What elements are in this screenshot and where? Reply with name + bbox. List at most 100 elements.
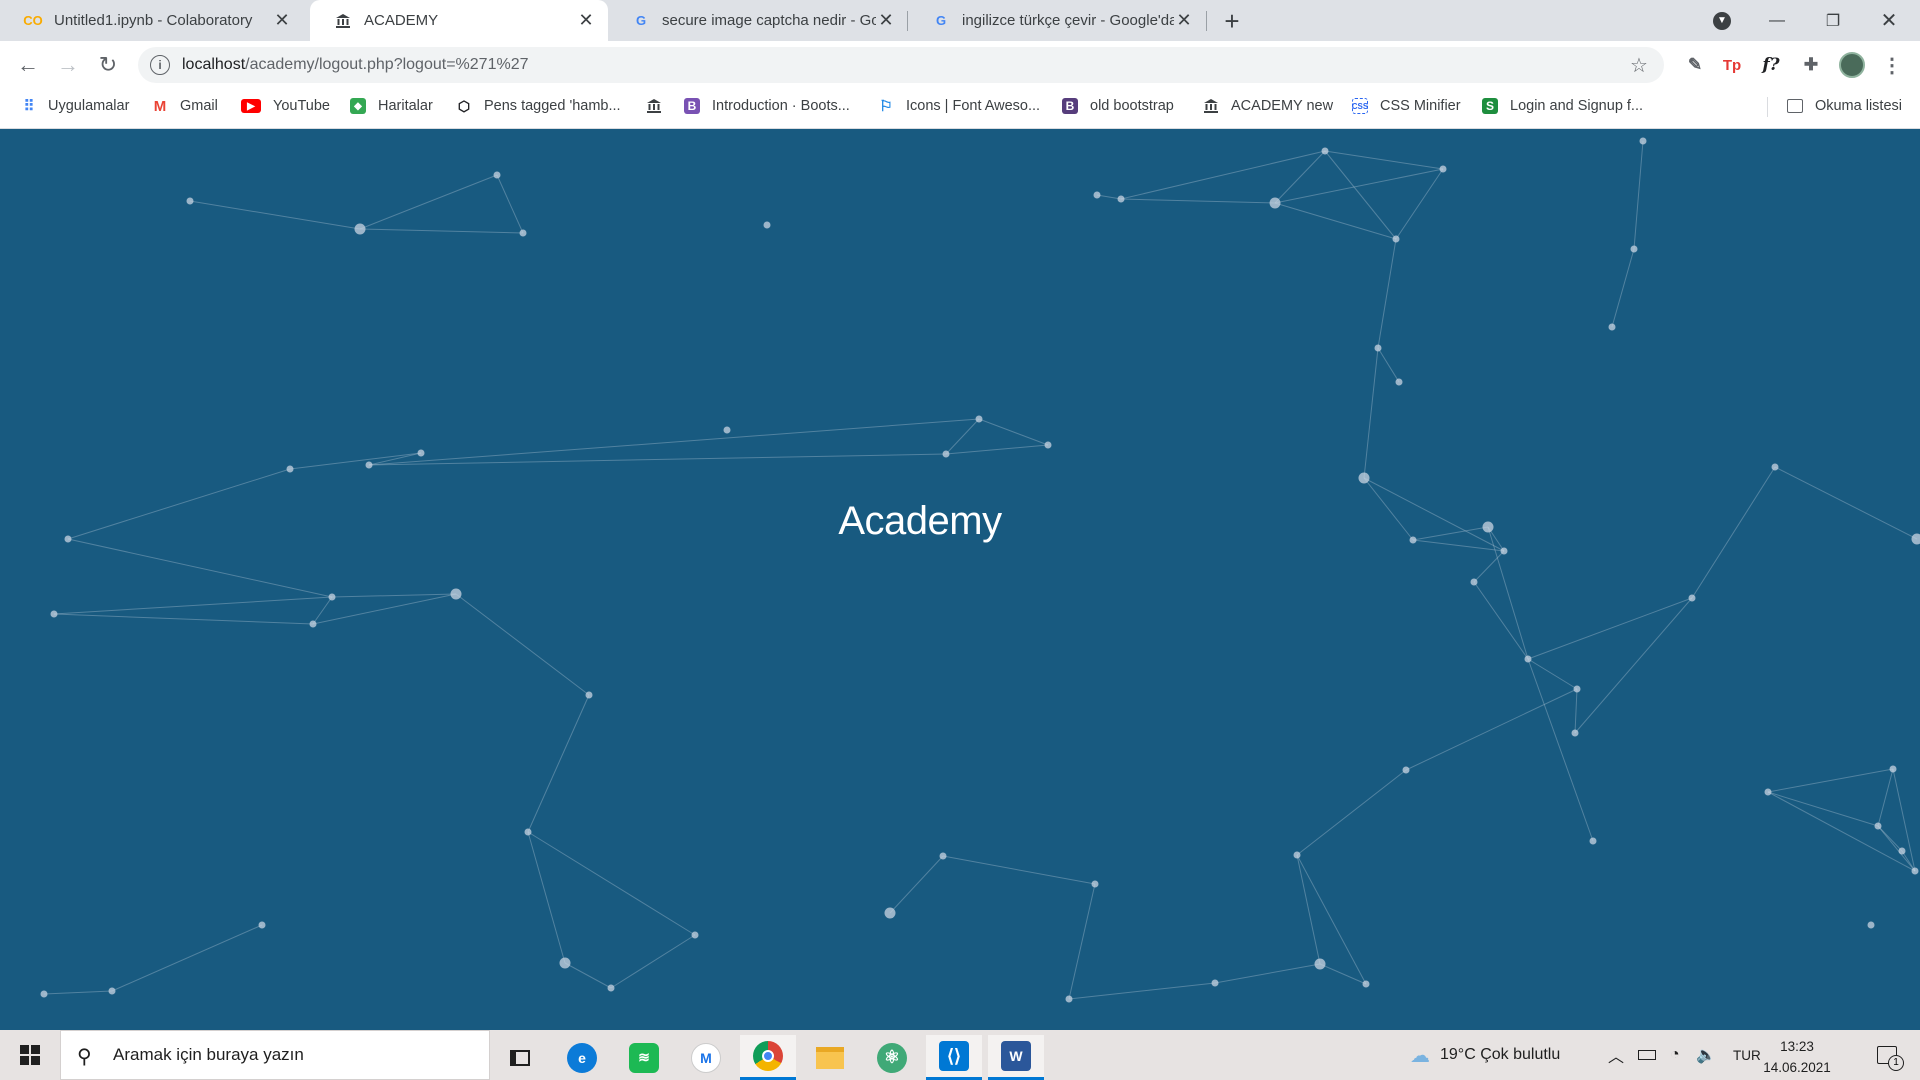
- particle-node: [1898, 847, 1906, 855]
- particle-link: [1877, 768, 1894, 827]
- vscode-icon[interactable]: ⟨⟩: [926, 1035, 982, 1080]
- particle-node: [691, 931, 699, 939]
- particle-node: [1630, 245, 1638, 253]
- maps-icon: ◆: [350, 98, 366, 114]
- weather-widget[interactable]: ☁ 19°C Çok bulutlu: [1410, 1030, 1560, 1080]
- particle-link: [189, 200, 361, 230]
- bookmark-label: Uygulamalar: [48, 98, 130, 114]
- battery-icon[interactable]: [1638, 1030, 1656, 1080]
- tp-extension-icon[interactable]: Tp: [1718, 51, 1746, 79]
- address-bar[interactable]: i localhost/academy/logout.php?logout=%2…: [138, 47, 1664, 83]
- close-tab-icon[interactable]: ✕: [1174, 10, 1194, 31]
- show-hidden-icons-button[interactable]: ︿: [1608, 1030, 1624, 1080]
- word-icon[interactable]: W: [988, 1035, 1044, 1080]
- tab-title: Untitled1.ipynb - Colaboratory: [54, 12, 253, 29]
- cloud-icon: ☁: [1410, 1044, 1430, 1067]
- bookmark-apps[interactable]: ⠿ Uygulamalar: [20, 88, 130, 124]
- bookmark-star-icon[interactable]: ☆: [1624, 53, 1654, 78]
- particle-link: [1892, 768, 1916, 872]
- notification-center-button[interactable]: 1: [1862, 1030, 1912, 1080]
- minimize-button[interactable]: —: [1750, 0, 1804, 41]
- tab-google-captcha[interactable]: G secure image captcha nedir - Goo ✕: [608, 0, 908, 41]
- profile-avatar[interactable]: [1838, 51, 1866, 79]
- particle-link: [1068, 982, 1216, 1000]
- clock-date: 14.06.2021: [1763, 1060, 1831, 1075]
- clock[interactable]: 13:23 14.06.2021: [1758, 1036, 1836, 1078]
- bookmark-old-bootstrap[interactable]: B old bootstrap: [1062, 88, 1174, 124]
- spotify-icon[interactable]: ≋: [616, 1035, 672, 1080]
- bookmark-codepen[interactable]: ⬡ Pens tagged 'hamb...: [456, 88, 621, 124]
- reload-button[interactable]: ↻: [92, 49, 124, 81]
- bookmark-label: YouTube: [273, 98, 330, 114]
- particle-link: [1096, 194, 1122, 200]
- particle-link: [455, 593, 590, 696]
- bookmark-academy[interactable]: [646, 88, 674, 124]
- particle-node: [1911, 867, 1919, 875]
- bookmark-font-awesome[interactable]: ⚐ Icons | Font Aweso...: [878, 88, 1040, 124]
- particle-node: [1867, 921, 1875, 929]
- volume-icon[interactable]: 🔈: [1696, 1030, 1716, 1080]
- bookmark-label: old bootstrap: [1090, 98, 1174, 114]
- particle-node: [309, 620, 317, 628]
- chrome-icon[interactable]: [740, 1035, 796, 1080]
- search-placeholder: Aramak için buraya yazın: [113, 1045, 304, 1064]
- particle-link: [1363, 347, 1379, 479]
- forward-button[interactable]: →: [52, 49, 84, 81]
- particle-node: [1874, 822, 1882, 830]
- task-view-icon[interactable]: [492, 1035, 548, 1080]
- particle-node: [328, 593, 336, 601]
- gmail-icon: M: [153, 97, 167, 115]
- tab-colab[interactable]: CO Untitled1.ipynb - Colaboratory ✕: [0, 0, 304, 41]
- bookmark-label: Introduction · Boots...: [712, 98, 850, 114]
- back-button[interactable]: ←: [12, 49, 44, 81]
- bootstrap-icon: B: [1062, 98, 1078, 114]
- start-button[interactable]: [0, 1030, 60, 1080]
- menu-kebab-icon[interactable]: ⋮: [1878, 51, 1906, 79]
- font-extension-icon[interactable]: f?: [1757, 51, 1785, 79]
- close-tab-icon[interactable]: ✕: [272, 10, 292, 31]
- css-icon: CSS: [1352, 98, 1368, 114]
- particle-node: [1362, 980, 1370, 988]
- bookmark-bootstrap-intro[interactable]: B Introduction · Boots...: [684, 88, 850, 124]
- particle-link: [1574, 688, 1578, 734]
- bookmark-login-signup[interactable]: S Login and Signup f...: [1482, 88, 1643, 124]
- restore-button[interactable]: ❐: [1806, 0, 1860, 41]
- particle-node: [286, 465, 294, 473]
- particle-link: [1611, 248, 1635, 328]
- tab-search-button[interactable]: ▼: [1695, 0, 1749, 41]
- site-info-icon[interactable]: i: [150, 55, 170, 75]
- particle-node: [493, 171, 501, 179]
- url-text[interactable]: localhost/academy/logout.php?logout=%271…: [182, 56, 1624, 74]
- particle-node: [975, 415, 983, 423]
- bookmark-css-minifier[interactable]: CSS CSS Minifier: [1352, 88, 1461, 124]
- bookmark-youtube[interactable]: ▶ YouTube: [241, 88, 330, 124]
- close-tab-icon[interactable]: ✕: [576, 10, 596, 31]
- close-tab-icon[interactable]: ✕: [876, 10, 896, 31]
- reading-list-button[interactable]: Okuma listesi: [1786, 88, 1902, 124]
- close-window-button[interactable]: ✕: [1862, 0, 1916, 41]
- particle-link: [1877, 825, 1916, 872]
- bookmark-maps[interactable]: ◆ Haritalar: [350, 88, 433, 124]
- color-picker-extension-icon[interactable]: ✎: [1681, 51, 1709, 79]
- bookmark-gmail[interactable]: M Gmail: [152, 88, 218, 124]
- extensions-icon[interactable]: ✚: [1797, 51, 1825, 79]
- language-indicator[interactable]: TUR: [1733, 1030, 1761, 1080]
- tab-title: ACADEMY: [364, 12, 439, 29]
- wifi-icon[interactable]: ◔: [1670, 1030, 1680, 1080]
- bookmark-label: Haritalar: [378, 98, 433, 114]
- atom-icon[interactable]: ⚛: [864, 1035, 920, 1080]
- taskbar-search[interactable]: ⚲ Aramak için buraya yazın: [60, 1030, 490, 1080]
- new-tab-button[interactable]: +: [1218, 6, 1246, 36]
- edge-icon[interactable]: e: [554, 1035, 610, 1080]
- particle-link: [53, 596, 333, 615]
- particle-node: [258, 921, 266, 929]
- tab-google-translate[interactable]: G ingilizce türkçe çevir - Google'da ✕: [908, 0, 1206, 41]
- particle-link: [1527, 658, 1578, 690]
- particle-link: [331, 593, 457, 598]
- particle-link: [942, 855, 1096, 885]
- tab-academy[interactable]: ACADEMY ✕: [310, 0, 608, 41]
- app-icon[interactable]: M: [678, 1035, 734, 1080]
- file-explorer-icon[interactable]: [802, 1035, 858, 1080]
- bookmark-academy-new[interactable]: ACADEMY new: [1203, 88, 1333, 124]
- particle-node: [1117, 195, 1125, 203]
